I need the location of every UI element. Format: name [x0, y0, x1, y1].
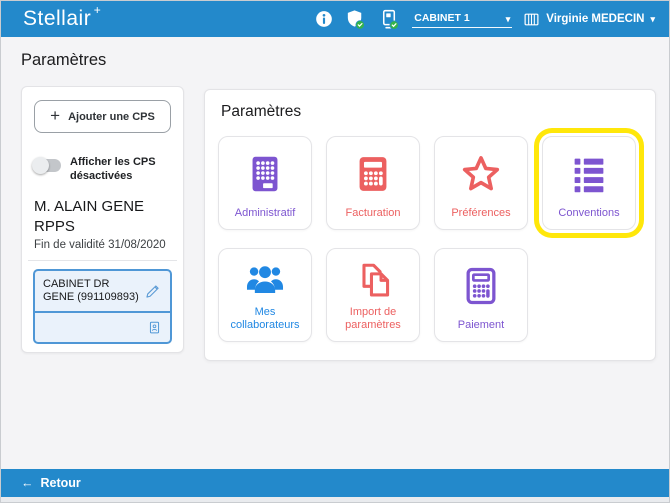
- people-icon: [242, 253, 288, 306]
- tile-label: Mes collaborateurs: [230, 306, 300, 331]
- top-bar-actions: CABINET 1 ▾ Virginie MEDECIN ▾: [315, 8, 655, 31]
- show-disabled-cps-toggle[interactable]: Afficher les CPS désactivées: [32, 156, 173, 183]
- card-holder-name: M. ALAIN GENE RPPS: [34, 198, 145, 235]
- settings-tiles-grid: Administratif Facturation Préférences Co…: [218, 136, 655, 342]
- shield-status-icon[interactable]: [344, 8, 367, 31]
- copy-pages-icon: [350, 253, 396, 306]
- add-cps-button[interactable]: + Ajouter une CPS: [34, 100, 171, 133]
- list-icon: [566, 141, 612, 207]
- page-title: Paramètres: [21, 51, 107, 69]
- add-cps-button-label: Ajouter une CPS: [68, 110, 155, 123]
- cabinet-entry-secondary[interactable]: [35, 313, 170, 342]
- top-bar: Stellair + CABINET 1 ▾ Virginie MEDECIN …: [1, 1, 669, 37]
- validity-date: Fin de validité 31/08/2020: [34, 239, 166, 251]
- user-menu[interactable]: Virginie MEDECIN ▾: [523, 11, 655, 28]
- app-window: Stellair + CABINET 1 ▾ Virginie MEDECIN …: [0, 0, 670, 503]
- toggle-label: Afficher les CPS désactivées: [70, 156, 156, 182]
- cabinet-box: CABINET DR GENE (991109893): [33, 269, 172, 344]
- edit-pencil-icon[interactable]: [143, 282, 162, 301]
- app-logo-text: Stellair: [23, 7, 92, 30]
- info-icon[interactable]: [315, 10, 333, 28]
- tile-label: Administratif: [234, 207, 296, 219]
- calculator-outline-icon: [458, 253, 504, 319]
- back-button-label: Retour: [40, 476, 81, 490]
- tile-administratif[interactable]: Administratif: [218, 136, 312, 230]
- settings-panel: Paramètres Administratif Facturation Pré…: [204, 89, 656, 361]
- back-arrow-icon: ←: [21, 476, 34, 490]
- tile-paiement[interactable]: Paiement: [434, 248, 528, 342]
- tile-label: Import de paramètres: [345, 306, 401, 331]
- back-button[interactable]: ← Retour: [1, 469, 669, 497]
- id-badge-icon[interactable]: [147, 320, 162, 335]
- cps-sidebar-card: + Ajouter une CPS Afficher les CPS désac…: [21, 86, 184, 353]
- star-icon: [458, 141, 504, 207]
- window-bottom-strip: [1, 497, 669, 502]
- tile-label: Facturation: [345, 207, 401, 219]
- settings-panel-title: Paramètres: [221, 103, 302, 120]
- cps-card-icon: [523, 11, 540, 28]
- tile-import-de-parametres[interactable]: Import de paramètres: [326, 248, 420, 342]
- tile-label: Paiement: [457, 319, 505, 331]
- plus-icon: +: [50, 105, 61, 125]
- tile-mes-collaborateurs[interactable]: Mes collaborateurs: [218, 248, 312, 342]
- tile-label: Préférences: [451, 207, 511, 219]
- chevron-down-icon: ▾: [650, 13, 655, 24]
- cabinet-select[interactable]: CABINET 1 ▾: [412, 10, 513, 28]
- tile-preferences[interactable]: Préférences: [434, 136, 528, 230]
- cabinet-select-value: CABINET 1: [414, 12, 470, 24]
- divider: [28, 260, 177, 261]
- card-reader-status-icon[interactable]: [378, 8, 401, 31]
- content-area: Paramètres + Ajouter une CPS Afficher le…: [1, 37, 669, 469]
- tile-conventions[interactable]: Conventions: [542, 136, 636, 230]
- app-logo: Stellair +: [23, 3, 103, 31]
- toggle-switch-off[interactable]: [32, 157, 61, 174]
- toggle-knob: [32, 157, 49, 174]
- tile-label: Conventions: [558, 207, 620, 219]
- user-name: Virginie MEDECIN: [546, 13, 645, 25]
- chevron-down-icon: ▾: [505, 14, 511, 24]
- tile-facturation[interactable]: Facturation: [326, 136, 420, 230]
- calculator-filled-icon: [350, 141, 396, 207]
- building-icon: [242, 141, 288, 207]
- logo-sparkle-icon: +: [93, 3, 102, 17]
- cabinet-entry[interactable]: CABINET DR GENE (991109893): [35, 271, 170, 313]
- cabinet-entry-label: CABINET DR GENE (991109893): [43, 277, 139, 304]
